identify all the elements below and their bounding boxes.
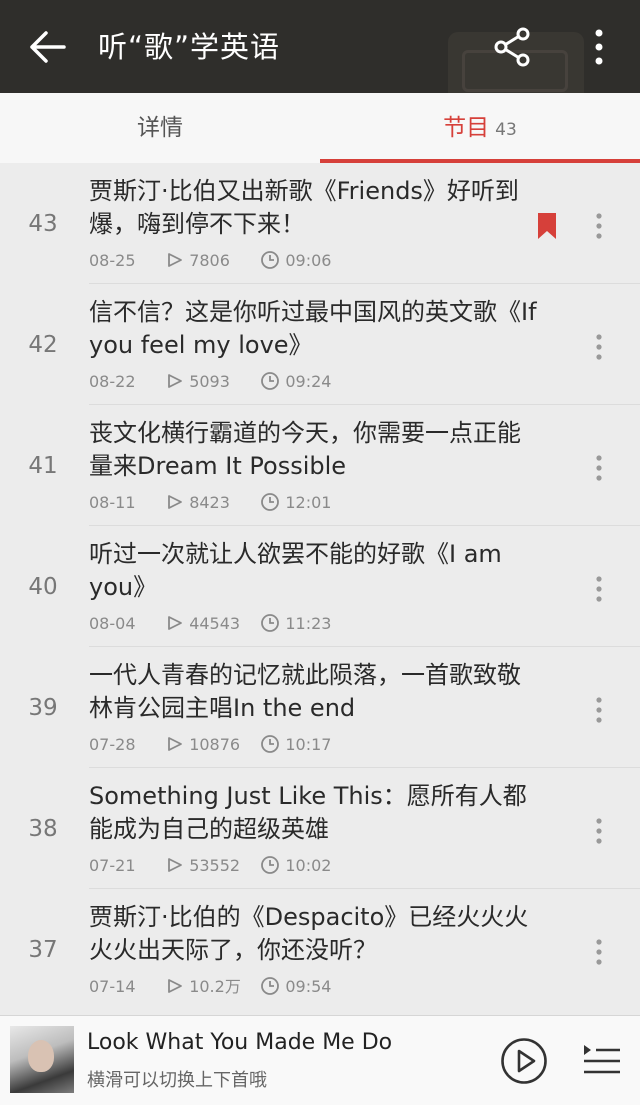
episode-number: 40 bbox=[28, 574, 58, 600]
play-count-icon bbox=[168, 616, 182, 630]
episode-meta: 07-21 53552 10:02 bbox=[89, 854, 331, 878]
duration-clock-icon bbox=[261, 614, 280, 632]
more-vertical-icon[interactable] bbox=[590, 453, 608, 483]
play-count-icon bbox=[168, 253, 182, 267]
arrow-left-icon[interactable] bbox=[24, 26, 70, 68]
episode-date: 08-22 bbox=[89, 372, 136, 391]
episode-title: 丧文化横行霸道的今天，你需要一点正能量来Dream It Possible bbox=[89, 419, 521, 480]
episode-meta: 08-22 5093 09:24 bbox=[89, 370, 331, 394]
episode-plays: 5093 bbox=[189, 372, 230, 391]
episode-title: 贾斯汀·比伯又出新歌《Friends》好听到爆，嗨到停不下来！ bbox=[89, 177, 519, 238]
tab-episodes[interactable]: 节目 43 bbox=[320, 93, 640, 163]
episode-duration: 09:24 bbox=[285, 372, 332, 391]
list-item[interactable]: 42 信不信？这是你听过最中国风的英文歌《If you feel my love… bbox=[0, 284, 640, 405]
episode-duration: 12:01 bbox=[285, 493, 332, 512]
episode-plays: 53552 bbox=[189, 856, 241, 875]
episode-plays: 10.2万 bbox=[189, 977, 241, 996]
bookmark-icon[interactable] bbox=[538, 213, 556, 239]
tab-details-label: 详情 bbox=[137, 115, 183, 141]
episode-number: 38 bbox=[28, 816, 58, 842]
tab-bar: 详情 节目 43 bbox=[0, 93, 640, 163]
episode-duration: 11:23 bbox=[285, 614, 332, 633]
episode-meta: 08-04 44543 11:23 bbox=[89, 612, 331, 636]
episode-number: 39 bbox=[28, 695, 58, 721]
more-vertical-icon[interactable] bbox=[584, 26, 614, 68]
episode-duration: 09:06 bbox=[285, 251, 332, 270]
episode-number: 43 bbox=[28, 211, 58, 237]
more-vertical-icon[interactable] bbox=[590, 695, 608, 725]
more-vertical-icon[interactable] bbox=[590, 937, 608, 967]
more-vertical-icon[interactable] bbox=[590, 211, 608, 241]
more-vertical-icon[interactable] bbox=[590, 816, 608, 846]
list-item[interactable]: 41 丧文化横行霸道的今天，你需要一点正能量来Dream It Possible… bbox=[0, 405, 640, 526]
episode-duration: 10:17 bbox=[285, 735, 332, 754]
episode-title: 一代人青春的记忆就此陨落，一首歌致敬林肯公园主唱In the end bbox=[89, 661, 521, 722]
more-vertical-icon[interactable] bbox=[590, 574, 608, 604]
episode-meta: 08-11 8423 12:01 bbox=[89, 491, 331, 515]
duration-clock-icon bbox=[261, 251, 280, 269]
episode-date: 07-28 bbox=[89, 735, 136, 754]
list-item[interactable]: 40 听过一次就让人欲罢不能的好歌《I am you》 08-04 44543 … bbox=[0, 526, 640, 647]
playlist-icon[interactable] bbox=[582, 1042, 622, 1078]
play-count-icon bbox=[168, 495, 182, 509]
list-item[interactable]: 39 一代人青春的记忆就此陨落，一首歌致敬林肯公园主唱In the end 07… bbox=[0, 647, 640, 768]
episode-title: 贾斯汀·比伯的《Despacito》已经火火火火火出天际了，你还没听？ bbox=[89, 903, 529, 964]
episode-number: 42 bbox=[28, 332, 58, 358]
share-icon[interactable] bbox=[492, 26, 534, 68]
play-count-icon bbox=[168, 374, 182, 388]
now-playing-hint: 横滑可以切换上下首哦 bbox=[87, 1070, 267, 1091]
list-item[interactable]: 43 贾斯汀·比伯又出新歌《Friends》好听到爆，嗨到停不下来！ 08-25… bbox=[0, 163, 640, 284]
duration-clock-icon bbox=[261, 977, 280, 995]
episode-plays: 44543 bbox=[189, 614, 241, 633]
page-title: 听“歌”学英语 bbox=[98, 30, 281, 64]
episode-number: 41 bbox=[28, 453, 58, 479]
episode-plays: 7806 bbox=[189, 251, 230, 270]
tab-episodes-count: 43 bbox=[495, 120, 517, 140]
episode-date: 08-04 bbox=[89, 614, 136, 633]
episode-duration: 10:02 bbox=[285, 856, 332, 875]
episode-meta: 07-14 10.2万 09:54 bbox=[89, 975, 331, 999]
more-vertical-icon[interactable] bbox=[590, 332, 608, 362]
episode-date: 08-25 bbox=[89, 251, 136, 270]
episode-plays: 8423 bbox=[189, 493, 230, 512]
episode-duration: 09:54 bbox=[285, 977, 332, 996]
album-cover[interactable] bbox=[10, 1026, 74, 1093]
list-item[interactable]: 37 贾斯汀·比伯的《Despacito》已经火火火火火出天际了，你还没听？ 0… bbox=[0, 889, 640, 1010]
list-item[interactable]: 38 Something Just Like This：愿所有人都能成为自己的超… bbox=[0, 768, 640, 889]
play-count-icon bbox=[168, 737, 182, 751]
episode-date: 07-14 bbox=[89, 977, 136, 996]
tab-episodes-label: 节目 bbox=[443, 115, 490, 141]
episode-meta: 07-28 10876 10:17 bbox=[89, 733, 331, 757]
tab-details[interactable]: 详情 bbox=[0, 93, 320, 163]
duration-clock-icon bbox=[261, 735, 280, 753]
episode-title: 信不信？这是你听过最中国风的英文歌《If you feel my love》 bbox=[89, 298, 537, 359]
episode-title: 听过一次就让人欲罢不能的好歌《I am you》 bbox=[89, 540, 502, 601]
duration-clock-icon bbox=[261, 493, 280, 511]
episode-list: 43 贾斯汀·比伯又出新歌《Friends》好听到爆，嗨到停不下来！ 08-25… bbox=[0, 163, 640, 1015]
duration-clock-icon bbox=[261, 856, 280, 874]
mini-player[interactable]: Look What You Made Me Do 横滑可以切换上下首哦 bbox=[0, 1015, 640, 1105]
episode-plays: 10876 bbox=[189, 735, 241, 754]
duration-clock-icon bbox=[261, 372, 280, 390]
play-circle-icon[interactable] bbox=[500, 1037, 548, 1085]
episode-meta: 08-25 7806 09:06 bbox=[89, 249, 331, 273]
play-count-icon bbox=[168, 858, 182, 872]
episode-title: Something Just Like This：愿所有人都能成为自己的超级英雄 bbox=[89, 782, 527, 843]
app-header: 听“歌”学英语 bbox=[0, 0, 640, 93]
now-playing-title: Look What You Made Me Do bbox=[87, 1030, 393, 1055]
play-count-icon bbox=[168, 979, 182, 993]
episode-number: 37 bbox=[28, 937, 58, 963]
episode-date: 07-21 bbox=[89, 856, 136, 875]
episode-date: 08-11 bbox=[89, 493, 136, 512]
